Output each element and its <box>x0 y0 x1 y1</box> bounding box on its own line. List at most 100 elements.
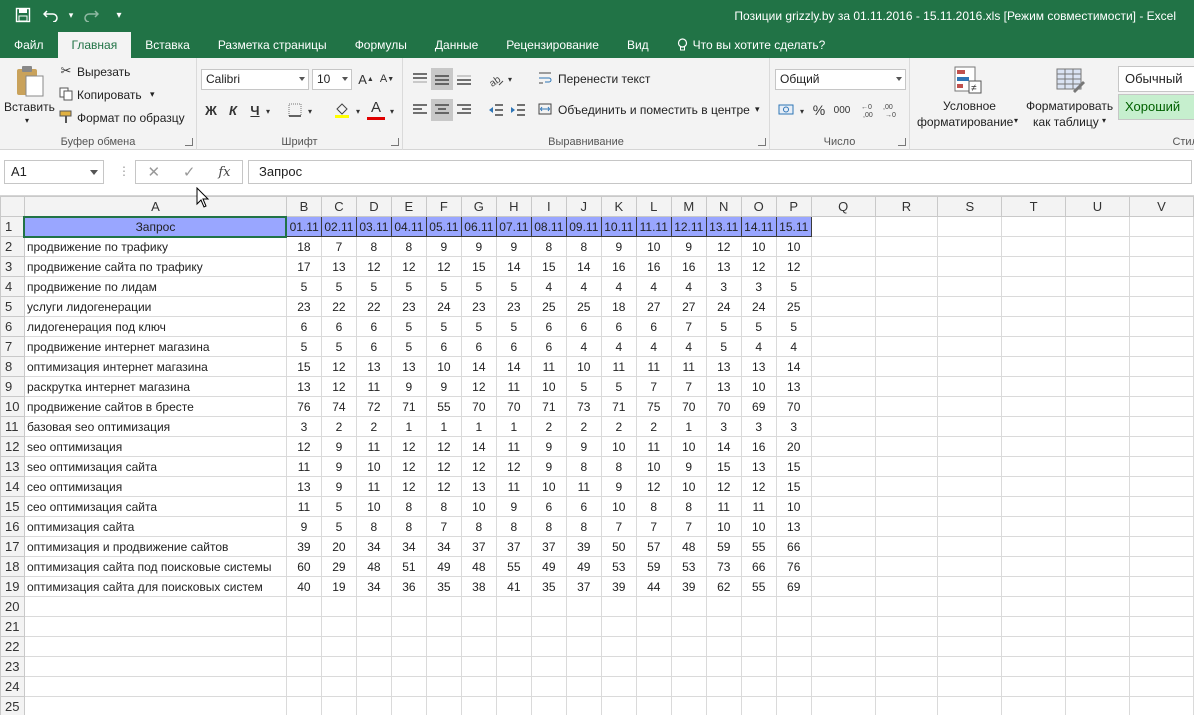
cell[interactable] <box>1001 696 1067 715</box>
cell[interactable] <box>1128 416 1194 437</box>
column-header-g[interactable]: G <box>460 196 497 217</box>
cell[interactable] <box>1128 696 1194 715</box>
cell[interactable] <box>1065 696 1130 715</box>
cell[interactable]: лидогенерация под ключ <box>23 316 287 337</box>
column-header-u[interactable]: U <box>1065 196 1130 217</box>
cell[interactable]: 13 <box>740 456 777 477</box>
cell[interactable]: 22 <box>320 296 357 317</box>
row-header[interactable]: 7 <box>0 336 25 357</box>
cell[interactable]: 37 <box>565 576 602 597</box>
copy-button[interactable]: Копировать <box>77 88 142 102</box>
cell[interactable]: 34 <box>425 536 462 557</box>
cell[interactable] <box>460 696 497 715</box>
cell[interactable] <box>23 676 287 697</box>
percent-button[interactable]: % <box>810 100 828 120</box>
cell[interactable] <box>810 316 876 337</box>
cell[interactable]: 6 <box>565 316 602 337</box>
cell[interactable] <box>635 596 672 617</box>
cell[interactable]: 12 <box>390 256 427 277</box>
cell[interactable]: 15 <box>530 256 567 277</box>
row-header[interactable]: 6 <box>0 316 25 337</box>
cell[interactable] <box>810 616 876 637</box>
cell[interactable] <box>810 376 876 397</box>
column-header-a[interactable]: A <box>23 196 287 217</box>
orientation-dropdown-icon[interactable]: ▾ <box>505 70 515 88</box>
cell[interactable]: 02.11 <box>320 216 357 237</box>
customize-qat-icon[interactable]: ▾ <box>106 4 132 26</box>
cell[interactable]: 12 <box>390 476 427 497</box>
row-header[interactable]: 16 <box>0 516 25 537</box>
cell[interactable] <box>874 616 939 637</box>
cell[interactable]: 10 <box>600 496 637 517</box>
cell[interactable]: 5 <box>460 276 497 297</box>
cell[interactable]: 55 <box>495 556 532 577</box>
cell[interactable]: 5 <box>320 336 357 357</box>
cell[interactable]: 23 <box>460 296 497 317</box>
tab-data[interactable]: Данные <box>421 32 492 58</box>
cell[interactable] <box>1001 576 1067 597</box>
cell[interactable]: 34 <box>355 536 392 557</box>
cell[interactable]: 4 <box>635 276 672 297</box>
cell[interactable] <box>530 616 567 637</box>
cell[interactable]: 60 <box>285 556 322 577</box>
cell[interactable]: продвижение сайта по трафику <box>23 256 287 277</box>
cell[interactable] <box>390 596 427 617</box>
merge-dropdown-icon[interactable]: ▾ <box>755 104 760 115</box>
font-color-icon[interactable]: A <box>367 98 385 120</box>
wrap-text-button[interactable]: Перенести текст <box>558 72 650 86</box>
cell[interactable]: 11 <box>635 356 672 377</box>
tab-view[interactable]: Вид <box>613 32 663 58</box>
cell[interactable] <box>937 236 1003 257</box>
cell[interactable]: 7 <box>425 516 462 537</box>
cell[interactable]: продвижение интернет магазина <box>23 336 287 357</box>
cell[interactable] <box>937 676 1003 697</box>
cell[interactable]: 13 <box>705 356 742 377</box>
cell[interactable] <box>874 216 939 237</box>
align-bottom-icon[interactable] <box>453 68 475 90</box>
cell[interactable] <box>1065 476 1130 497</box>
alignment-launcher-icon[interactable] <box>758 138 766 146</box>
cell[interactable] <box>1128 376 1194 397</box>
cell[interactable] <box>937 416 1003 437</box>
cell[interactable] <box>1128 516 1194 537</box>
cell[interactable]: 41 <box>495 576 532 597</box>
column-header-m[interactable]: M <box>670 196 707 217</box>
cell[interactable]: 2 <box>565 416 602 437</box>
cell[interactable] <box>937 656 1003 677</box>
cell[interactable]: 9 <box>530 456 567 477</box>
paste-button[interactable]: Вставить <box>4 100 55 114</box>
cell[interactable]: 14 <box>565 256 602 277</box>
align-center-icon[interactable] <box>431 99 453 121</box>
cell[interactable]: 9 <box>320 456 357 477</box>
cell[interactable] <box>874 536 939 557</box>
thousands-separator-button[interactable]: 000 <box>830 100 854 120</box>
underline-button[interactable]: Ч <box>247 100 263 120</box>
cell[interactable]: 5 <box>460 316 497 337</box>
cell[interactable]: 48 <box>460 556 497 577</box>
cell[interactable]: 17 <box>285 256 322 277</box>
column-header-q[interactable]: Q <box>810 196 876 217</box>
cell[interactable]: 6 <box>530 316 567 337</box>
cell[interactable]: 4 <box>565 336 602 357</box>
align-middle-icon[interactable] <box>431 68 453 90</box>
cell[interactable] <box>1128 436 1194 457</box>
conditional-formatting-line1[interactable]: Условное <box>943 99 996 113</box>
cell[interactable] <box>937 316 1003 337</box>
enter-icon[interactable]: ✓ <box>183 163 196 181</box>
cell[interactable]: 12 <box>390 456 427 477</box>
row-header[interactable]: 23 <box>0 656 25 677</box>
cell[interactable] <box>1065 296 1130 317</box>
cell[interactable] <box>937 556 1003 577</box>
cell[interactable] <box>810 676 876 697</box>
cell[interactable] <box>937 536 1003 557</box>
row-header[interactable]: 1 <box>0 216 25 237</box>
cell[interactable]: 8 <box>390 236 427 257</box>
cell[interactable]: 18 <box>285 236 322 257</box>
cell[interactable]: продвижение по трафику <box>23 236 287 257</box>
cell[interactable]: 10 <box>565 356 602 377</box>
cell[interactable]: 71 <box>390 396 427 417</box>
cell[interactable]: 15 <box>775 456 812 477</box>
cell[interactable] <box>530 596 567 617</box>
cell[interactable]: 12 <box>320 356 357 377</box>
cell[interactable] <box>705 696 742 715</box>
